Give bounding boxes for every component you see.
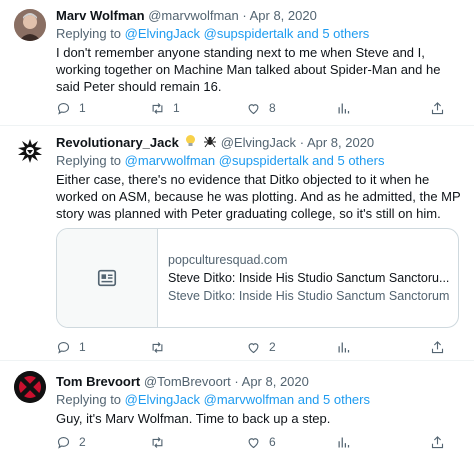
share-icon (431, 435, 444, 448)
replying-to-mentions[interactable]: @marvwolfman @supspidertalk and 5 others (125, 153, 385, 168)
reply-button[interactable]: 1 (56, 99, 86, 117)
avatar[interactable] (14, 371, 46, 403)
like-button[interactable]: 2 (246, 338, 276, 356)
views-icon (338, 342, 350, 352)
tweet-header: Marv Wolfman @marvwolfman · Apr 8, 2020 (56, 7, 464, 25)
replying-to-label: Replying to (56, 26, 122, 41)
article-icon (97, 269, 117, 287)
user-handle[interactable]: @TomBrevoort (144, 374, 231, 389)
like-button[interactable]: 8 (246, 99, 276, 117)
reply-icon (57, 341, 70, 354)
replying-to: Replying to @marvwolfman @supspidertalk … (56, 152, 464, 170)
share-button[interactable] (430, 338, 445, 356)
link-card[interactable]: popculturesquad.com Steve Ditko: Inside … (56, 228, 459, 328)
display-name[interactable]: Tom Brevoort (56, 374, 140, 389)
separator-dot: · (299, 135, 305, 150)
card-title: Steve Ditko: Inside His Studio Sanctum S… (168, 271, 450, 285)
share-icon (431, 101, 444, 114)
retweet-icon (152, 341, 163, 353)
tweet-header: Revolutionary_Jack @ElvingJack · Apr 8, … (56, 134, 464, 152)
tweet-3[interactable]: Tom Brevoort @TomBrevoort · Apr 8, 2020 … (0, 361, 474, 458)
card-domain: popculturesquad.com (168, 253, 288, 267)
replying-to-label: Replying to (56, 392, 122, 407)
like-icon (248, 103, 259, 114)
replying-to: Replying to @ElvingJack @marvwolfman and… (56, 391, 464, 409)
tweet-2[interactable]: Revolutionary_Jack @ElvingJack · Apr 8, … (0, 126, 474, 360)
tweet-date[interactable]: Apr 8, 2020 (242, 374, 309, 389)
like-icon (248, 342, 259, 353)
card-text: popculturesquad.com Steve Ditko: Inside … (168, 251, 450, 305)
tweet-date[interactable]: Apr 8, 2020 (250, 8, 317, 23)
replying-to-label: Replying to (56, 153, 122, 168)
tweet-actions: 1 2 (56, 338, 464, 356)
views-icon (338, 437, 350, 447)
tweet-date[interactable]: Apr 8, 2020 (307, 135, 374, 150)
retweet-count: 1 (173, 101, 180, 115)
reply-count: 1 (79, 101, 86, 115)
views-button[interactable] (336, 338, 351, 356)
avatar[interactable] (14, 135, 46, 167)
tweet-text: Either case, there's no evidence that Di… (56, 172, 461, 221)
like-count: 8 (269, 101, 276, 115)
tweet-text: I don't remember anyone standing next to… (56, 45, 441, 94)
share-button[interactable] (430, 99, 445, 117)
retweet-button[interactable] (150, 433, 173, 451)
display-name[interactable]: Marv Wolfman (56, 8, 145, 23)
user-handle[interactable]: @marvwolfman (148, 8, 239, 23)
like-count: 2 (269, 340, 276, 354)
tweet-header: Tom Brevoort @TomBrevoort · Apr 8, 2020 (56, 373, 464, 391)
avatar[interactable] (14, 9, 46, 41)
reply-count: 2 (79, 435, 86, 449)
user-handle[interactable]: @ElvingJack (221, 135, 296, 150)
retweet-button[interactable]: 1 (150, 99, 180, 117)
display-name[interactable]: Revolutionary_Jack (56, 135, 179, 150)
tweet-actions: 1 1 8 (56, 99, 464, 117)
tweet-1[interactable]: Marv Wolfman @marvwolfman · Apr 8, 2020 … (0, 0, 474, 125)
replying-to-mentions[interactable]: @ElvingJack @marvwolfman and 5 others (125, 392, 370, 407)
reply-count: 1 (79, 340, 86, 354)
views-button[interactable] (336, 433, 351, 451)
lightbulb-emoji (184, 134, 197, 153)
reply-icon (57, 102, 70, 115)
share-icon (431, 340, 444, 353)
replying-to: Replying to @ElvingJack @supspidertalk a… (56, 25, 464, 43)
reply-icon (57, 436, 70, 449)
separator-dot: · (234, 374, 239, 389)
share-button[interactable] (430, 433, 445, 451)
replying-to-mentions[interactable]: @ElvingJack @supspidertalk and 5 others (125, 26, 370, 41)
like-count: 6 (269, 435, 276, 449)
tweet-text: Guy, it's Marv Wolfman. Time to back up … (56, 411, 331, 426)
views-button[interactable] (336, 99, 351, 117)
reply-button[interactable]: 2 (56, 433, 86, 451)
like-button[interactable]: 6 (246, 433, 276, 451)
retweet-icon (152, 102, 163, 114)
retweet-icon (152, 436, 163, 448)
views-icon (338, 103, 350, 113)
like-icon (248, 437, 259, 448)
retweet-button[interactable] (150, 338, 173, 356)
separator-dot: · (242, 8, 247, 23)
card-description: Steve Ditko: Inside His Studio Sanctum S… (168, 289, 450, 303)
tweet-actions: 2 6 (56, 433, 464, 451)
reply-button[interactable]: 1 (56, 338, 86, 356)
card-thumbnail (57, 229, 158, 327)
spider-emoji (203, 134, 217, 153)
